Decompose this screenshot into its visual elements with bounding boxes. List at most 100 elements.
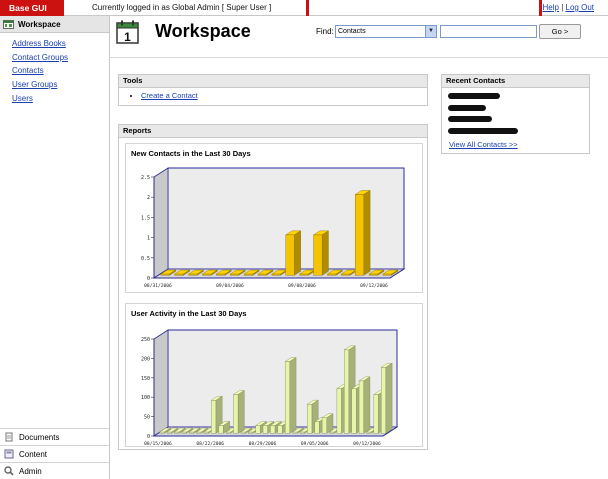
redacted-name xyxy=(448,93,500,99)
sidebar-item-content[interactable]: Content xyxy=(0,445,109,462)
list-item[interactable] xyxy=(448,127,589,139)
sidebar: Workspace Address Books Contact Groups C… xyxy=(0,16,110,479)
sidebar-section-workspace[interactable]: Workspace xyxy=(0,16,109,33)
sidebar-item-label: Documents xyxy=(19,432,60,442)
recent-contacts-panel: Recent Contacts View All Contacts >> xyxy=(441,74,590,154)
bar xyxy=(181,431,187,434)
bar xyxy=(277,425,283,434)
x-tick-label: 08/29/2006 xyxy=(249,441,277,446)
y-tick-label: 2.5 xyxy=(141,175,150,181)
bar xyxy=(341,273,351,276)
bar-side xyxy=(237,390,245,434)
bar xyxy=(344,349,350,434)
login-status: Currently logged in as Global Admin [ Su… xyxy=(92,3,272,12)
bar xyxy=(336,388,342,434)
x-tick-label: 08/31/2006 xyxy=(144,283,172,289)
bar-side xyxy=(321,230,329,276)
sidebar-item-label: Content xyxy=(19,449,48,459)
bar xyxy=(262,425,268,434)
bar xyxy=(292,431,298,434)
panel-title: Reports xyxy=(119,125,427,138)
divider xyxy=(306,0,309,16)
calendar-icon: 1 xyxy=(116,20,139,44)
brand-logo: Base GUI xyxy=(0,0,64,16)
bar xyxy=(299,431,305,434)
redacted-name xyxy=(448,104,486,111)
x-tick-label: 08/22/2006 xyxy=(196,441,224,446)
bar xyxy=(321,417,327,434)
bar xyxy=(174,431,180,434)
y-tick-label: 100 xyxy=(141,395,150,401)
chart-title: User Activity in the Last 30 Days xyxy=(131,309,247,318)
bar xyxy=(188,273,198,276)
bar xyxy=(255,425,261,434)
find-type-select[interactable]: Contacts ▼ xyxy=(335,25,437,38)
bar xyxy=(218,425,224,434)
sidebar-item-documents[interactable]: Documents xyxy=(0,428,109,445)
sidebar-item-users[interactable]: Users xyxy=(12,92,109,106)
bar-side xyxy=(363,190,371,276)
bar xyxy=(327,273,337,276)
sidebar-item-contact-groups[interactable]: Contact Groups xyxy=(12,51,109,65)
admin-icon xyxy=(4,466,14,476)
bar xyxy=(196,431,202,434)
bar xyxy=(233,394,239,434)
chevron-down-icon[interactable]: ▼ xyxy=(425,26,436,37)
y-tick-label: 0 xyxy=(147,434,150,440)
bar xyxy=(203,431,209,434)
bar xyxy=(225,431,231,434)
bar xyxy=(248,431,254,434)
logout-link[interactable]: Log Out xyxy=(566,3,594,12)
documents-icon xyxy=(5,432,13,442)
top-bar: Base GUI Currently logged in as Global A… xyxy=(0,0,608,16)
bar xyxy=(240,431,246,434)
list-item[interactable] xyxy=(448,104,589,116)
bar xyxy=(271,273,281,276)
bar xyxy=(211,400,217,434)
bar xyxy=(373,394,379,434)
link-separator: | xyxy=(561,3,564,12)
sidebar-bottom-nav: Documents Content Admin xyxy=(0,428,109,479)
search-input[interactable] xyxy=(440,25,537,38)
panel-title: Tools xyxy=(119,75,427,88)
bar xyxy=(216,273,226,276)
bar xyxy=(202,273,212,276)
create-contact-link[interactable]: Create a Contact xyxy=(141,91,198,100)
bar xyxy=(351,388,357,434)
content-icon xyxy=(4,449,14,459)
sidebar-item-contacts[interactable]: Contacts xyxy=(12,64,109,78)
bar xyxy=(284,361,290,434)
sidebar-item-user-groups[interactable]: User Groups xyxy=(12,78,109,92)
go-button[interactable]: Go > xyxy=(539,24,581,39)
bar xyxy=(230,273,240,276)
sidebar-links: Address Books Contact Groups Contacts Us… xyxy=(0,33,109,106)
y-tick-label: 200 xyxy=(141,356,150,362)
x-tick-label: 08/15/2006 xyxy=(144,441,172,446)
view-all-contacts-link[interactable]: View All Contacts >> xyxy=(449,140,518,149)
sidebar-item-address-books[interactable]: Address Books xyxy=(12,37,109,51)
bar-side xyxy=(289,357,297,434)
find-label: Find: xyxy=(316,27,334,36)
bar xyxy=(243,273,253,276)
list-item[interactable] xyxy=(448,92,589,104)
new-contacts-chart: New Contacts in the Last 30 Days 0 0.5 1 1.… xyxy=(125,143,423,293)
sidebar-item-admin[interactable]: Admin xyxy=(0,462,109,479)
find-select-value: Contacts xyxy=(338,28,366,35)
bar xyxy=(354,194,364,276)
top-links: Help | Log Out xyxy=(543,3,594,12)
bar-side xyxy=(385,362,393,434)
bar xyxy=(160,273,170,276)
chart-title: New Contacts in the Last 30 Days xyxy=(131,149,251,158)
x-tick-label: 09/12/2006 xyxy=(353,441,381,446)
help-link[interactable]: Help xyxy=(543,3,559,12)
bar xyxy=(307,403,313,434)
bar-side xyxy=(363,376,371,434)
bar xyxy=(257,273,267,276)
bar xyxy=(366,431,372,434)
page-title: Workspace xyxy=(155,21,251,41)
chart-side-wall xyxy=(153,329,169,437)
y-tick-label: 1.5 xyxy=(141,215,150,221)
chart-side-wall xyxy=(153,167,169,279)
list-item: Create a Contact xyxy=(141,91,427,100)
list-item[interactable] xyxy=(448,115,589,127)
